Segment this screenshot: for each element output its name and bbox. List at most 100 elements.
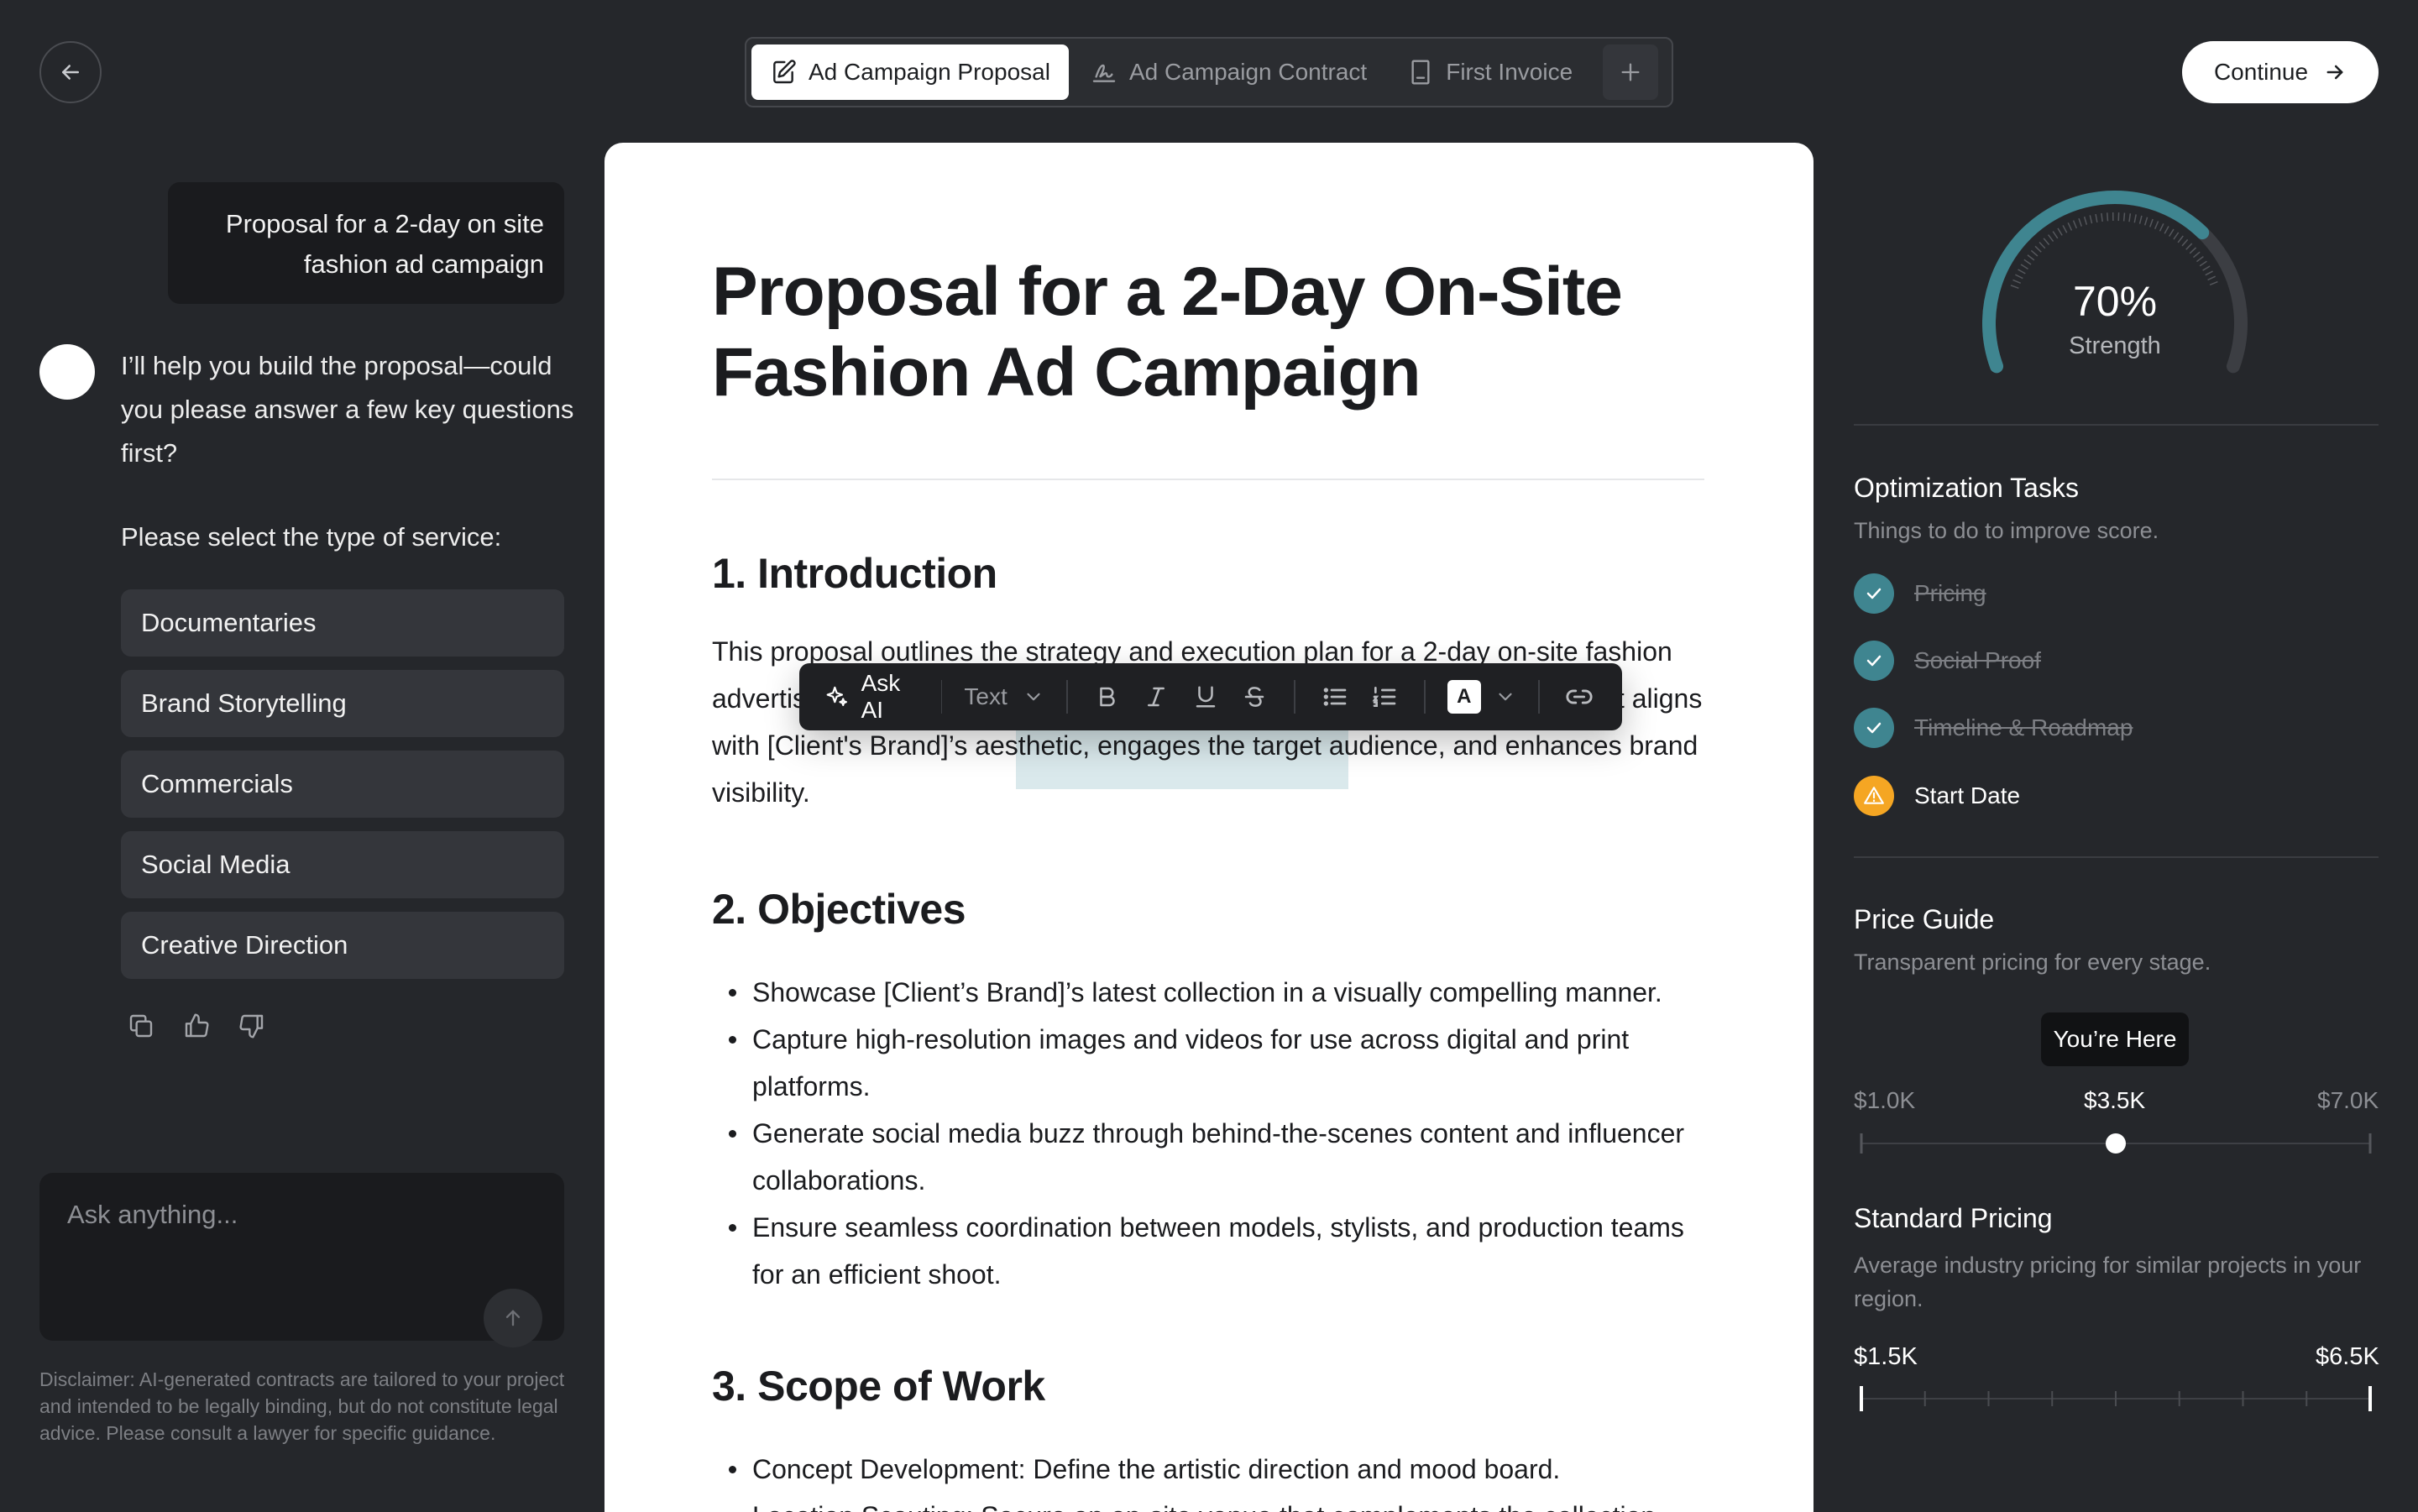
send-button[interactable] [484,1289,542,1347]
title-divider [712,479,1704,480]
continue-button[interactable]: Continue [2182,41,2379,103]
option-creative-direction[interactable]: Creative Direction [121,912,564,979]
edit-document-icon [773,60,796,84]
gauge-tick [2205,270,2213,276]
section-divider [1854,856,2379,858]
gauge-tick [2089,215,2093,224]
chevron-down-icon [1027,693,1040,701]
gauge-tick [2047,234,2054,243]
arrow-left-icon [62,65,79,80]
list-item[interactable]: Location Scouting: Secure an on-site ven… [712,1493,1711,1512]
link-button[interactable] [1555,663,1604,730]
thumbs-down-icon [239,1014,264,1039]
italic-icon [1148,687,1165,707]
list-item[interactable]: Showcase [Client’s Brand]’s latest colle… [712,969,1711,1016]
price-guide-slider[interactable] [1858,1131,2374,1156]
list-item[interactable]: Generate social media buzz through behin… [712,1110,1711,1204]
underline-button[interactable] [1180,663,1229,730]
task-timeline-roadmap[interactable]: Timeline & Roadmap [1854,708,2133,748]
ai-message: I’ll help you build the proposal—could y… [121,351,574,468]
numbered-list-icon [1372,687,1396,707]
formatting-toolbar: Ask AI Text A [799,663,1622,730]
continue-label: Continue [2213,59,2309,85]
text-style-label: Text [964,683,1008,709]
chat-input[interactable]: Ask anything... [39,1173,564,1347]
bullet-list-button[interactable] [1311,663,1359,730]
signature-icon [1092,64,1116,82]
strength-label: Strength [2069,332,2161,359]
gauge-tick [2043,238,2050,246]
task-social-proof[interactable]: Social Proof [1854,641,2041,681]
document-tabs: Ad Campaign Proposal Ad Campaign Contrac… [745,37,1673,107]
chevron-down-icon [1499,693,1512,701]
link-icon [1566,689,1593,704]
gauge-tick [2018,269,2026,275]
gauge-tick [2072,220,2077,229]
gauge-tick [2154,221,2159,229]
gauge-tick [2185,243,2193,250]
bold-button[interactable] [1083,663,1132,730]
gauge-tick [2067,222,2073,231]
add-tab-button[interactable] [1603,44,1659,100]
task-label: Pricing [1914,580,1986,606]
text-color-button[interactable]: A [1441,663,1523,730]
thumbs-up-icon [185,1013,209,1038]
text-style-dropdown[interactable]: Text [957,663,1050,730]
check-icon [1854,708,1894,748]
thumbs-down-button[interactable] [237,1011,267,1041]
gauge-tick [2020,264,2028,269]
tab-label: Ad Campaign Proposal [809,59,1050,85]
standard-pricing-range [1860,1386,2372,1411]
gauge-tick [2057,228,2063,236]
tab-ad-campaign-contract[interactable]: Ad Campaign Contract [1072,44,1385,100]
gauge-tick [2192,251,2201,259]
option-documentaries[interactable]: Documentaries [121,589,564,657]
option-commercials[interactable]: Commercials [121,751,564,818]
section-divider [1854,424,2379,426]
copy-icon [129,1014,153,1038]
toolbar-divider [940,680,943,714]
list-item[interactable]: Concept Development: Define the artistic… [712,1446,1711,1493]
tab-ad-campaign-proposal[interactable]: Ad Campaign Proposal [751,44,1069,100]
standard-pricing-title: Standard Pricing [1854,1203,2053,1233]
section-heading: 2. Objectives [712,886,966,933]
task-start-date[interactable]: Start Date [1854,776,2020,816]
objectives-list: Showcase [Client’s Brand]’s latest colle… [712,969,1711,1298]
document-title: Proposal for a 2-Day On-Site Fashion Ad … [712,254,1623,411]
slider-thumb[interactable] [2106,1133,2126,1154]
option-brand-storytelling[interactable]: Brand Storytelling [121,670,564,737]
copy-button[interactable] [126,1011,156,1041]
gauge-tick [2034,245,2042,253]
toolbar-divider [1424,680,1426,714]
gauge-tick [2173,232,2180,240]
back-button[interactable] [39,41,102,103]
gauge-tick [2023,259,2032,265]
gauge-tick [2027,254,2035,261]
bullet-list-icon [1323,688,1347,706]
standard-min-label: $1.5K [1854,1343,1918,1370]
gauge-tick [2039,241,2046,249]
strikethrough-button[interactable] [1230,663,1279,730]
ask-ai-button[interactable]: Ask AI [818,663,926,730]
gauge-tick [2133,214,2137,223]
task-label: Timeline & Roadmap [1914,714,2133,740]
tab-first-invoice[interactable]: First Invoice [1389,44,1591,100]
task-pricing[interactable]: Pricing [1854,573,1986,614]
toolbar-divider [1294,680,1296,714]
document-editor[interactable]: Proposal for a 2-Day On-Site Fashion Ad … [604,143,1814,1512]
list-item[interactable]: Capture high-resolution images and video… [712,1016,1711,1110]
strength-value: 70% [2072,278,2158,325]
section-heading: 1. Introduction [712,550,997,597]
plus-icon [1621,63,1640,81]
list-item[interactable]: Ensure seamless coordination between mod… [712,1204,1711,1298]
service-options: Documentaries Brand Storytelling Commerc… [121,589,564,992]
thumbs-up-button[interactable] [181,1011,212,1041]
numbered-list-button[interactable] [1360,663,1409,730]
option-social-media[interactable]: Social Media [121,831,564,898]
gauge-tick [2181,238,2189,247]
gauge-tick [2177,235,2184,243]
italic-button[interactable] [1132,663,1180,730]
gauge-tick [2052,231,2059,239]
gauge-tick [2169,228,2175,237]
gauge-tick [2202,265,2211,271]
